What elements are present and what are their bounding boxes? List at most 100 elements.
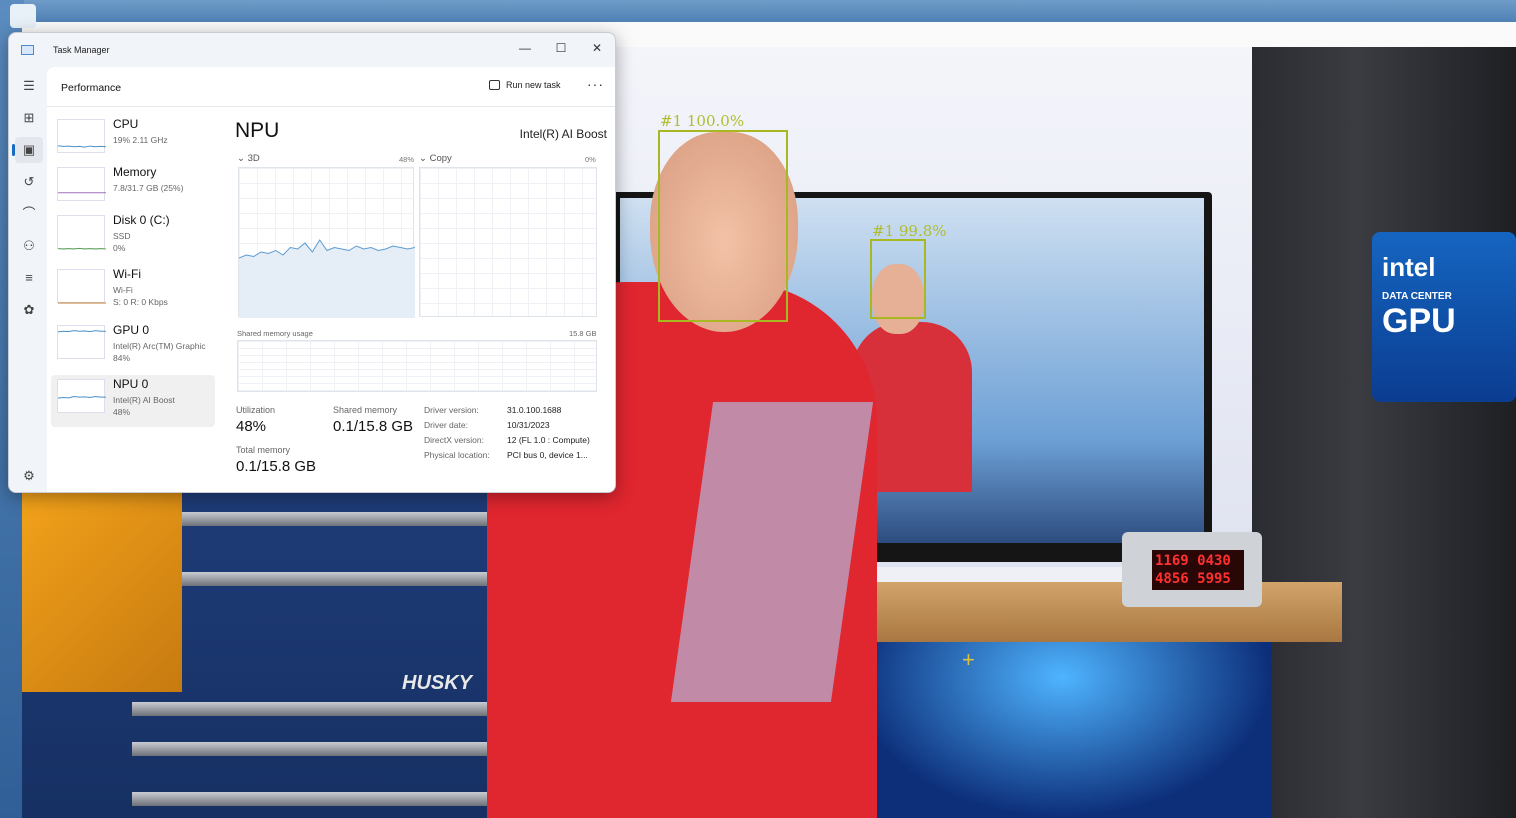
sparkline-line <box>57 330 106 333</box>
desktop-background <box>0 0 1516 24</box>
directx-version-value: 12 (FL 1.0 : Compute) <box>507 435 590 445</box>
device-sparkline <box>57 215 107 250</box>
physical-location-value: PCI bus 0, device 1... <box>507 450 588 460</box>
driver-version-label: Driver version: <box>424 405 479 415</box>
device-detail: SSD <box>113 231 131 241</box>
nav-rail: ☰ ⊞ ▣ ↺ ⌒ ⚇ ≡ ✿ ⚙ <box>9 69 47 492</box>
close-button[interactable]: ✕ <box>579 37 615 59</box>
face-detection-label: #1 100.0% <box>660 112 745 130</box>
sparkline-line <box>57 395 106 399</box>
device-item-gpu-0[interactable]: GPU 0 Intel(R) Arc(TM) Graphic 84% <box>51 321 215 373</box>
device-sparkline <box>57 119 107 153</box>
intel-logo-text: intel <box>1382 252 1436 282</box>
total-memory-value: 0.1/15.8 GB <box>236 458 317 475</box>
drawer-handle <box>132 792 542 806</box>
sparkline-line <box>57 145 107 148</box>
app-history-icon[interactable]: ↺ <box>15 169 43 195</box>
graph1-selector[interactable]: ⌄ 3D <box>237 153 260 164</box>
processes-icon[interactable]: ⊞ <box>15 105 43 131</box>
directx-version-label: DirectX version: <box>424 435 484 445</box>
startup-apps-icon[interactable]: ⌒ <box>15 201 43 227</box>
run-new-task-button[interactable]: Run new task <box>489 80 561 90</box>
face-detection-label: #1 99.8% <box>872 222 947 240</box>
details-icon[interactable]: ≡ <box>15 265 43 291</box>
workbench <box>842 582 1342 642</box>
device-item-wi-fi[interactable]: Wi-Fi Wi-Fi S: 0 R: 0 Kbps <box>51 265 215 317</box>
drawer-handle <box>132 702 542 716</box>
device-sparkline <box>57 325 106 359</box>
device-item-disk-0-c[interactable]: Disk 0 (C:) SSD 0% <box>51 211 215 263</box>
users-icon[interactable]: ⚇ <box>15 233 43 259</box>
page-title: Performance <box>61 82 122 94</box>
run-new-task-label: Run new task <box>506 80 561 90</box>
device-detail: 19% 2.11 GHz <box>113 135 168 145</box>
utilization-value: 48% <box>236 418 267 435</box>
device-name: NPU 0 <box>113 377 149 391</box>
intel-gpu-sign: intel DATA CENTER GPU <box>1372 232 1516 402</box>
device-name: GPU 0 <box>113 323 150 337</box>
shared-memory-graph <box>237 340 597 392</box>
device-item-cpu[interactable]: CPU 19% 2.11 GHz <box>51 115 215 167</box>
maximize-button[interactable]: ☐ <box>543 37 579 59</box>
performance-icon[interactable]: ▣ <box>12 137 43 163</box>
driver-version-value: 31.0.100.1688 <box>507 405 562 415</box>
intel-sub-text: DATA CENTER <box>1382 291 1452 302</box>
graph-copy <box>419 167 597 317</box>
device-sparkline <box>57 167 106 201</box>
drawer-handle <box>132 742 542 756</box>
device-name: Disk 0 (C:) <box>113 213 170 227</box>
menu-icon[interactable]: ☰ <box>15 73 43 99</box>
task-manager-app-icon <box>21 45 34 55</box>
services-icon[interactable]: ✿ <box>15 297 43 323</box>
device-value: 48% <box>113 407 131 417</box>
device-value: 84% <box>113 353 131 363</box>
driver-date-label: Driver date: <box>424 420 468 430</box>
device-value: S: 0 R: 0 Kbps <box>113 297 168 307</box>
device-name: Wi-Fi <box>113 267 141 281</box>
device-name: Intel(R) AI Boost <box>519 127 607 141</box>
tool-cabinet <box>1252 47 1516 818</box>
device-item-npu-0[interactable]: NPU 0 Intel(R) AI Boost 48% <box>51 375 215 427</box>
power-meter-readout: 1169 0430 4856 5995 <box>1155 553 1231 587</box>
shared-memory-graph-max: 15.8 GB <box>569 329 597 338</box>
device-name: Memory <box>113 165 157 179</box>
desktop-recycle-bin-icon[interactable] <box>10 4 36 28</box>
graph-3d <box>238 167 415 318</box>
total-memory-label: Total memory <box>236 445 291 455</box>
graph2-label: Copy <box>429 153 452 164</box>
physical-location-label: Physical location: <box>424 450 490 460</box>
device-detail: Intel(R) AI Boost <box>113 395 175 405</box>
driver-date-value: 10/31/2023 <box>507 420 550 430</box>
device-value: 0% <box>113 243 126 253</box>
graph2-selector[interactable]: ⌄ Copy <box>419 153 452 164</box>
device-name: CPU <box>113 117 139 131</box>
utilization-label: Utilization <box>236 405 276 415</box>
graph1-label: 3D <box>247 153 260 164</box>
sparkline-line <box>57 247 107 250</box>
window-title: Task Manager <box>53 45 110 55</box>
husky-logo: HUSKY <box>402 672 473 694</box>
graph1-percent: 48% <box>399 155 415 164</box>
device-title: NPU <box>235 119 280 142</box>
crosshair-icon: + <box>962 647 975 672</box>
minimize-button[interactable]: — <box>507 37 543 59</box>
device-sparkline <box>57 379 106 413</box>
face-detection-box <box>658 130 788 322</box>
settings-icon[interactable]: ⚙ <box>15 463 43 489</box>
intel-gpu-text: GPU <box>1382 302 1456 340</box>
device-detail: 7.8/31.7 GB (25%) <box>113 183 184 193</box>
face-detection-box <box>870 239 926 319</box>
shared-memory-graph-label: Shared memory usage <box>237 329 313 338</box>
jersey <box>22 492 182 692</box>
shared-memory-label: Shared memory <box>333 405 398 415</box>
graph-3d-fill <box>239 240 415 318</box>
performance-panel: Performance Run new task ··· CPU 19% 2.1… <box>47 67 615 492</box>
device-detail: Intel(R) Arc(TM) Graphic <box>113 341 206 351</box>
page-header: Performance Run new task ··· <box>47 67 615 107</box>
device-detail: Wi-Fi <box>113 285 133 295</box>
task-manager-window: Task Manager — ☐ ✕ ☰ ⊞ ▣ ↺ ⌒ ⚇ ≡ ✿ ⚙ Per… <box>8 32 616 493</box>
shared-memory-value: 0.1/15.8 GB <box>333 418 414 435</box>
device-item-memory[interactable]: Memory 7.8/31.7 GB (25%) <box>51 163 215 215</box>
more-options-button[interactable]: ··· <box>587 76 604 92</box>
blue-light <box>852 642 1272 818</box>
